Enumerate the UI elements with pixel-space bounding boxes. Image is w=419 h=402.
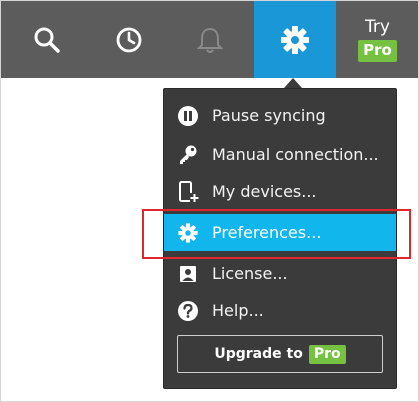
search-button[interactable] xyxy=(7,1,87,78)
preferences-toolbar-button[interactable] xyxy=(254,1,336,78)
upgrade-to-pro-button[interactable]: Upgrade to Pro xyxy=(177,335,383,373)
notifications-button[interactable] xyxy=(170,1,250,78)
menu-item-help[interactable]: Help... xyxy=(164,292,396,329)
menu-item-label: License... xyxy=(212,264,288,283)
menu-item-manual-connection[interactable]: Manual connection... xyxy=(164,136,396,173)
menu-item-label: Manual connection... xyxy=(212,145,379,164)
toolbar: Try Pro xyxy=(1,1,418,78)
menu-item-label: Pause syncing xyxy=(212,106,326,125)
gear-icon xyxy=(281,25,309,54)
bell-icon xyxy=(197,27,223,53)
menu-caret xyxy=(284,78,302,88)
add-device-icon xyxy=(176,180,200,204)
help-icon xyxy=(176,299,200,323)
highlight-annotation xyxy=(142,209,411,259)
key-icon xyxy=(176,143,200,167)
upgrade-pro-badge: Pro xyxy=(308,344,346,364)
license-icon xyxy=(176,262,200,286)
search-icon xyxy=(34,27,60,53)
menu-item-label: Help... xyxy=(212,301,264,320)
history-button[interactable] xyxy=(89,1,169,78)
menu-item-label: My devices... xyxy=(212,182,317,201)
try-pro-button[interactable]: Try Pro xyxy=(337,1,418,78)
pro-badge: Pro xyxy=(358,39,397,62)
try-label: Try xyxy=(365,16,390,37)
menu-item-pause-syncing[interactable]: Pause syncing xyxy=(164,97,396,134)
history-icon xyxy=(116,27,142,52)
pause-icon xyxy=(176,104,200,128)
menu-item-license[interactable]: License... xyxy=(164,255,396,292)
app-window: Try Pro Pause syncing Manual connection.… xyxy=(0,0,419,402)
upgrade-label: Upgrade to xyxy=(214,346,303,362)
menu-item-my-devices[interactable]: My devices... xyxy=(164,173,396,210)
